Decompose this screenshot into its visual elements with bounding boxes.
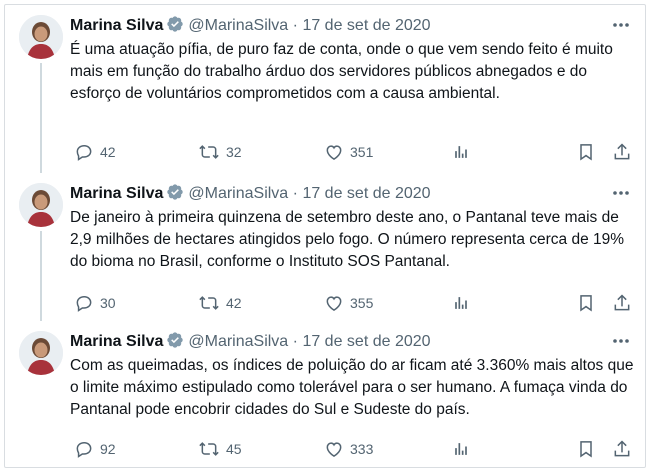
retweet-icon (199, 145, 219, 159)
share-icon (614, 143, 630, 160)
views-icon (455, 146, 467, 158)
bookmark-icon (580, 295, 592, 312)
share-button[interactable] (612, 438, 632, 460)
tweet-date[interactable]: 17 de set de 2020 (302, 185, 430, 202)
retweet-button[interactable]: 42 (198, 292, 242, 314)
avatar-image (19, 183, 63, 227)
reply-count: 42 (100, 144, 116, 160)
retweet-icon (199, 442, 219, 456)
timeline: Marina Silva @MarinaSilva · 17 de set de … (4, 4, 646, 468)
tweet-2[interactable]: Marina Silva @MarinaSilva · 17 de set de … (5, 173, 645, 321)
separator: · (292, 333, 298, 350)
more-icon[interactable] (611, 183, 631, 203)
more-icon[interactable] (611, 331, 631, 351)
more-icon[interactable] (611, 15, 631, 35)
author-name[interactable]: Marina Silva (70, 333, 163, 350)
reply-button[interactable]: 30 (74, 292, 116, 314)
reply-count: 30 (100, 295, 116, 311)
tweet-text: De janeiro à primeira quinzena de setemb… (70, 209, 625, 271)
tweet-1[interactable]: Marina Silva @MarinaSilva · 17 de set de … (5, 5, 645, 173)
share-icon (614, 440, 630, 457)
bookmark-icon (580, 144, 592, 161)
share-button[interactable] (612, 292, 632, 314)
views-button[interactable] (451, 292, 471, 314)
thread-line (40, 231, 42, 321)
retweet-count: 32 (226, 144, 242, 160)
tweet-date[interactable]: 17 de set de 2020 (302, 333, 430, 350)
author-handle[interactable]: @MarinaSilva (188, 185, 288, 202)
tweet-text: Com as queimadas, os índices de poluição… (70, 357, 634, 419)
views-button[interactable] (451, 438, 471, 460)
like-count: 351 (350, 144, 374, 160)
verified-badge-icon (166, 15, 184, 39)
tweet-text: É uma atuação pífia, de puro faz de cont… (70, 41, 613, 103)
separator: · (292, 17, 298, 34)
bookmark-icon (580, 441, 592, 458)
reply-icon (76, 295, 92, 312)
like-button[interactable]: 355 (324, 292, 373, 314)
verified-badge-icon (166, 183, 184, 207)
verified-badge-icon (166, 331, 184, 355)
reply-count: 92 (100, 441, 116, 457)
retweet-icon (199, 296, 219, 310)
author-handle[interactable]: @MarinaSilva (188, 333, 288, 350)
like-icon (326, 442, 342, 457)
author-name[interactable]: Marina Silva (70, 185, 163, 202)
share-button[interactable] (612, 141, 632, 163)
views-icon (455, 443, 467, 455)
thread-line (40, 63, 42, 173)
reply-button[interactable]: 42 (74, 141, 116, 163)
avatar[interactable] (19, 183, 63, 227)
author-handle[interactable]: @MarinaSilva (188, 17, 288, 34)
like-count: 355 (350, 295, 374, 311)
reply-icon (76, 441, 92, 458)
retweet-count: 45 (226, 441, 242, 457)
tweet-date[interactable]: 17 de set de 2020 (302, 17, 430, 34)
reply-button[interactable]: 92 (74, 438, 116, 460)
author-name[interactable]: Marina Silva (70, 17, 163, 34)
tweet-header: Marina Silva @MarinaSilva · 17 de set de … (70, 331, 431, 355)
like-icon (326, 145, 342, 160)
views-icon (455, 297, 467, 309)
action-bar: 30 42 355 (70, 292, 635, 314)
like-button[interactable]: 351 (324, 141, 373, 163)
like-count: 333 (350, 441, 374, 457)
views-button[interactable] (451, 141, 471, 163)
tweet-3[interactable]: Marina Silva @MarinaSilva · 17 de set de … (5, 321, 645, 467)
bookmark-button[interactable] (576, 292, 596, 314)
avatar-image (19, 331, 63, 375)
reply-icon (76, 144, 92, 161)
tweet-header: Marina Silva @MarinaSilva · 17 de set de … (70, 15, 431, 39)
like-button[interactable]: 333 (324, 438, 373, 460)
avatar-image (19, 15, 63, 59)
bookmark-button[interactable] (576, 141, 596, 163)
action-bar: 92 45 333 (70, 438, 635, 460)
separator: · (292, 185, 298, 202)
retweet-button[interactable]: 32 (198, 141, 242, 163)
like-icon (326, 296, 342, 311)
avatar[interactable] (19, 331, 63, 375)
avatar[interactable] (19, 15, 63, 59)
action-bar: 42 32 351 (70, 141, 635, 163)
retweet-count: 42 (226, 295, 242, 311)
share-icon (614, 294, 630, 311)
bookmark-button[interactable] (576, 438, 596, 460)
retweet-button[interactable]: 45 (198, 438, 242, 460)
tweet-header: Marina Silva @MarinaSilva · 17 de set de … (70, 183, 431, 207)
